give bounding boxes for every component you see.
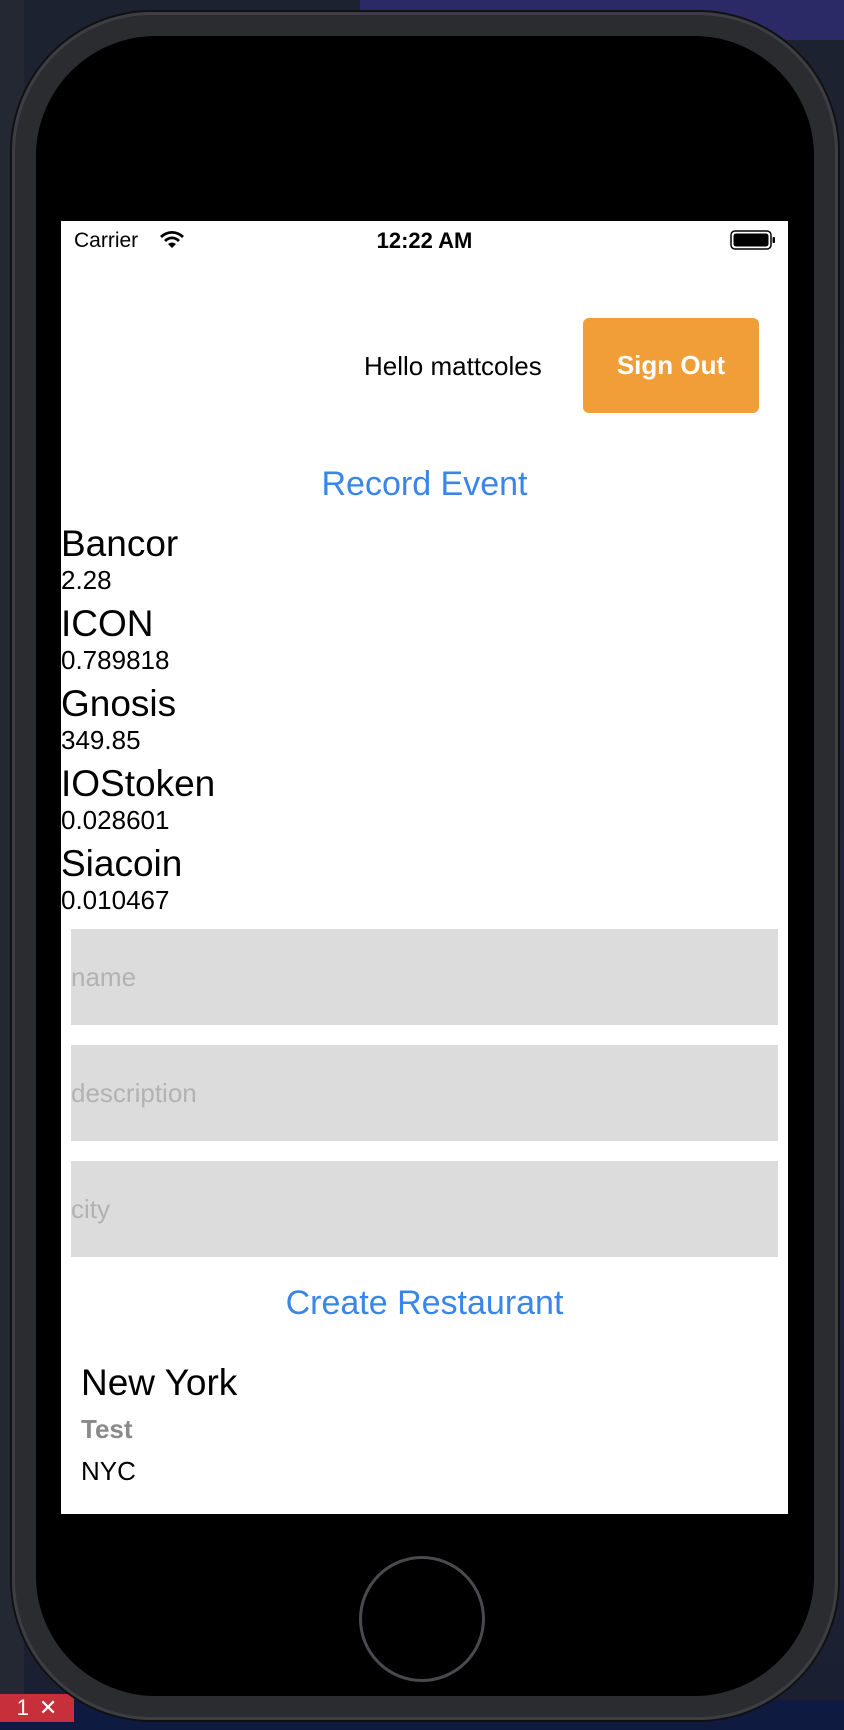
coin-name: Siacoin: [61, 843, 183, 884]
list-item: Siacoin 0.010467: [61, 844, 788, 924]
coin-price: 2.28: [61, 565, 112, 595]
coin-name: ICON: [61, 603, 154, 644]
coin-price: 0.789818: [61, 645, 170, 675]
restaurant-name: New York: [81, 1362, 238, 1403]
sign-out-button[interactable]: Sign Out: [583, 318, 759, 413]
coin-price: 0.010467: [61, 885, 170, 915]
coin-name: IOStoken: [61, 763, 216, 804]
list-item: Bancor 2.28: [61, 524, 788, 604]
coin-list: Bancor 2.28 ICON 0.789818 Gnosis 349.85 …: [61, 524, 788, 924]
coin-price: 349.85: [61, 725, 141, 755]
greeting-text: Hello mattcoles: [364, 351, 542, 381]
error-badge[interactable]: 1 ✕: [0, 1694, 74, 1722]
coin-name: Bancor: [61, 523, 179, 564]
description-input[interactable]: [71, 1045, 778, 1141]
battery-icon: [730, 230, 775, 250]
close-icon: ✕: [38, 1695, 58, 1720]
city-input[interactable]: [71, 1161, 778, 1257]
name-input[interactable]: [71, 929, 778, 1025]
status-time: 12:22 AM: [376, 228, 473, 253]
home-button[interactable]: [359, 1556, 485, 1682]
coin-name: Gnosis: [61, 683, 177, 724]
record-event-button[interactable]: Record Event: [61, 465, 788, 504]
app-screen: Carrier 12:22 AM Hello mattcoles Sign Ou…: [61, 221, 788, 1514]
coin-price: 0.028601: [61, 805, 170, 835]
restaurant-city: NYC: [81, 1456, 136, 1486]
status-bar: Carrier 12:22 AM: [61, 221, 788, 261]
list-item: ICON 0.789818: [61, 604, 788, 684]
error-count: 1: [16, 1695, 29, 1720]
list-item: Gnosis 349.85: [61, 684, 788, 764]
restaurant-item: New York Test NYC: [81, 1361, 237, 1491]
list-item: IOStoken 0.028601: [61, 764, 788, 844]
create-restaurant-button[interactable]: Create Restaurant: [61, 1284, 788, 1323]
restaurant-description: Test: [81, 1414, 133, 1444]
